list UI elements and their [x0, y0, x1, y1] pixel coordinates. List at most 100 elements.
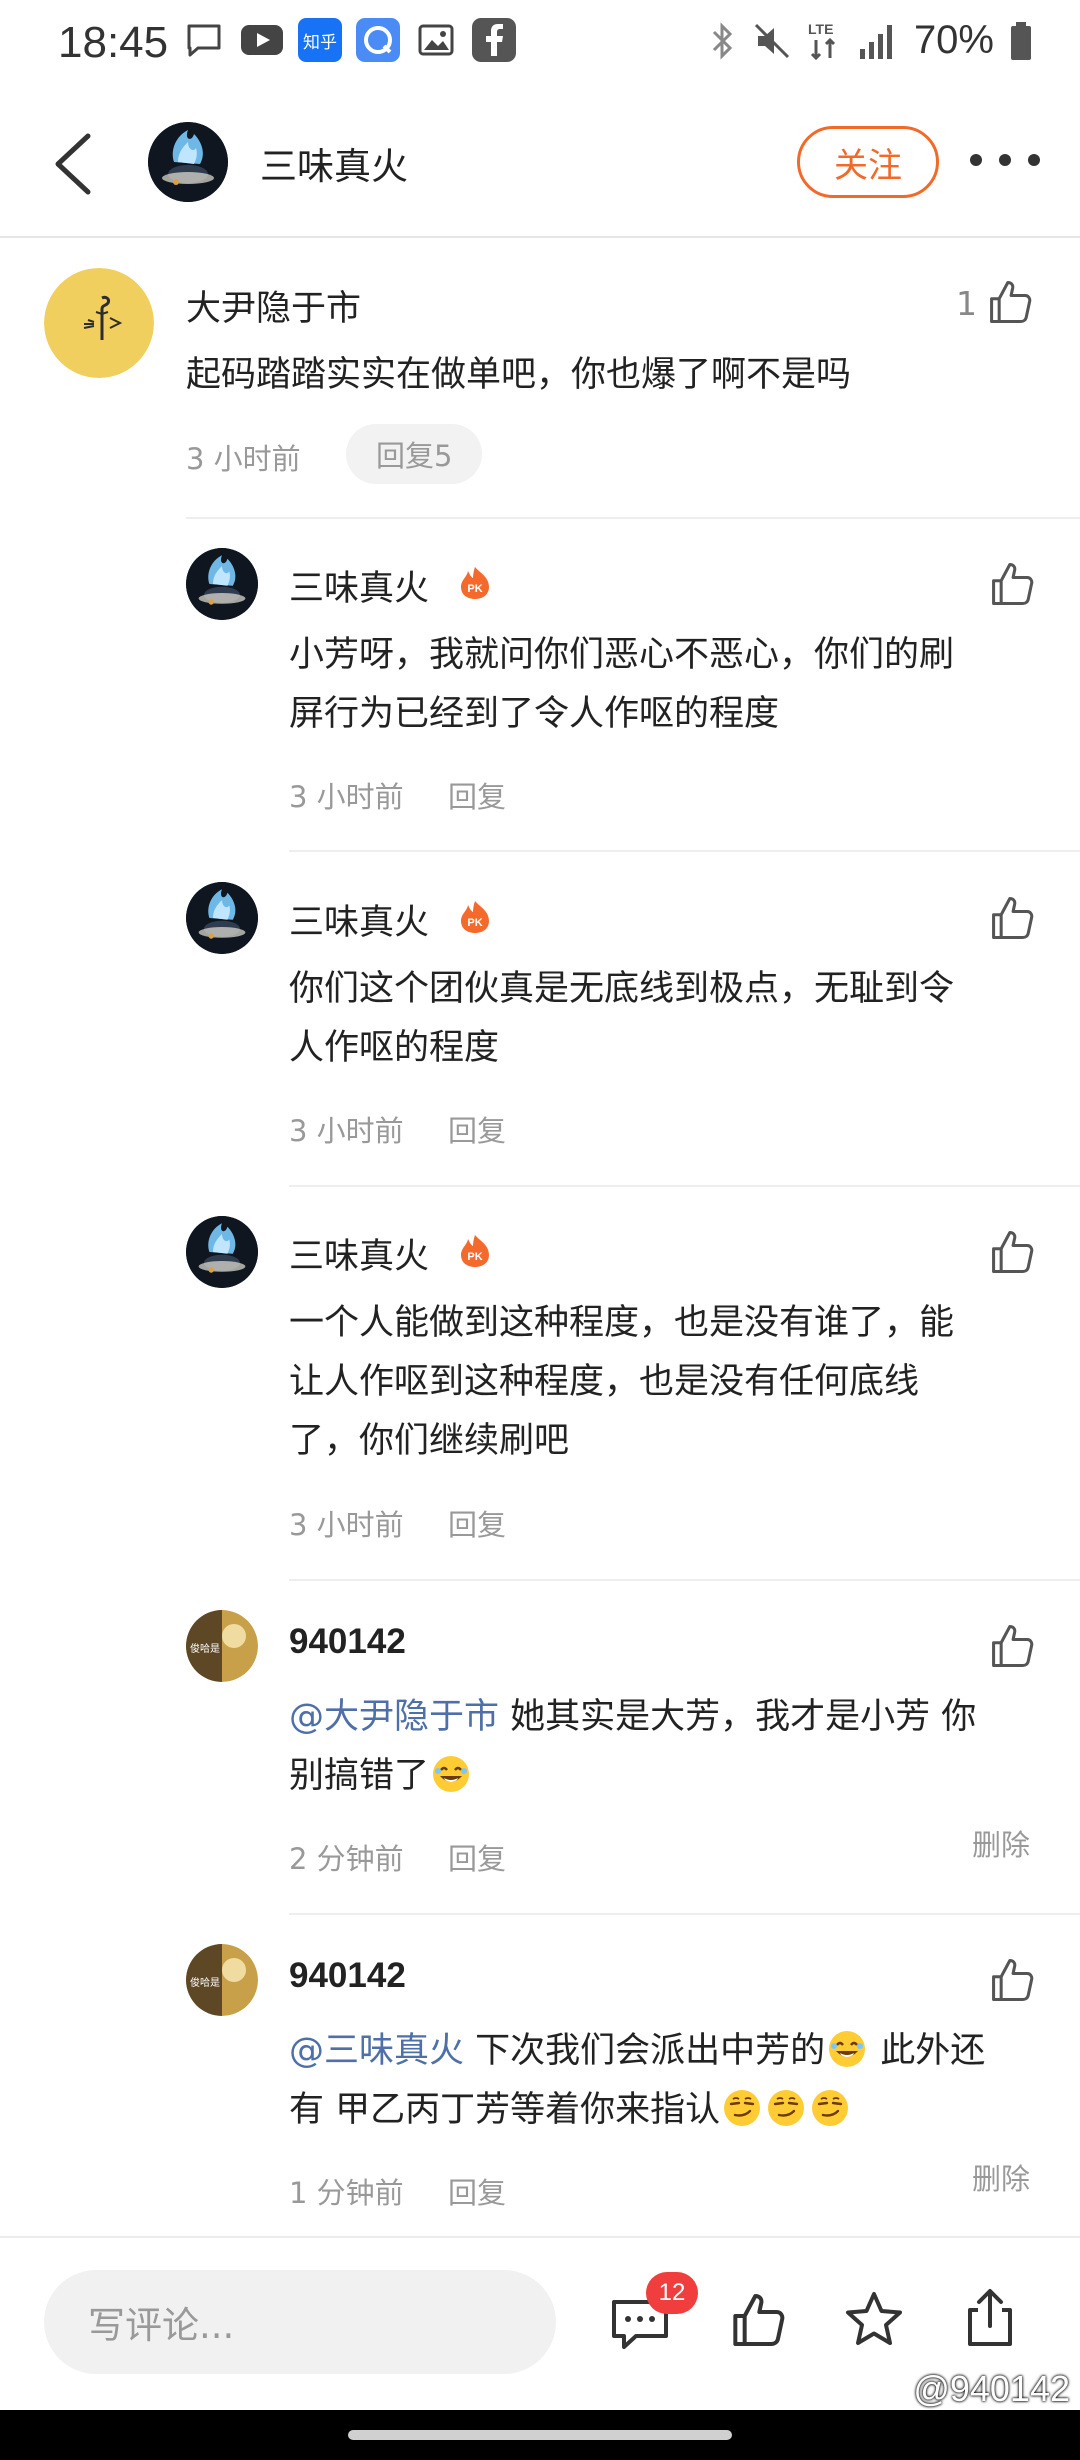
laugh-emoji-icon	[827, 2029, 867, 2069]
divider	[186, 517, 1080, 519]
pk-badge-icon	[458, 900, 492, 934]
more-dot-icon	[970, 154, 982, 166]
reply-text: 此外还	[869, 2031, 986, 2071]
page-title: 三味真火	[260, 145, 408, 188]
reply-text-line: 人作呕的程度	[289, 1028, 500, 1068]
reply-time: 3 小时前	[289, 780, 404, 814]
reply-time: 1 分钟前	[289, 2176, 404, 2210]
reply-avatar[interactable]: 俊哈是	[186, 1944, 258, 2016]
battery-icon	[1011, 21, 1031, 60]
divider	[289, 1185, 1080, 1187]
reply-avatar[interactable]	[186, 882, 258, 954]
reply-button[interactable]: 回复	[448, 1836, 506, 1878]
like-count: 1	[956, 284, 977, 323]
reply-text-line: 屏行为已经到了令人作呕的程度	[289, 694, 780, 734]
reply-author[interactable]: 940142	[289, 1622, 406, 1662]
status-bar: 18:45 知乎 LTE 70%	[0, 0, 1080, 90]
view-replies-button[interactable]: 回复5	[346, 424, 483, 484]
notification-icons: 知乎	[182, 18, 516, 62]
like-icon[interactable]	[986, 892, 1038, 944]
watermark: @940142	[913, 2368, 1070, 2409]
reply-button[interactable]: 回复	[448, 1502, 506, 1544]
reply-text-line: 了，你们继续刷吧	[289, 1421, 570, 1461]
system-icons: LTE 70%	[710, 18, 1032, 63]
comment-author[interactable]: 大尹隐于市	[186, 280, 361, 331]
youtube-icon	[240, 18, 284, 62]
reply-avatar[interactable]	[186, 1216, 258, 1288]
reply-avatar[interactable]: 俊哈是	[186, 1610, 258, 1682]
mention-link[interactable]: @大尹隐于市	[289, 1697, 499, 1737]
pk-badge-icon	[458, 566, 492, 600]
comment-input[interactable]: 写评论...	[44, 2270, 556, 2374]
favorite-star-icon[interactable]	[842, 2288, 906, 2352]
navigation-bar	[0, 2410, 1080, 2460]
reply-author[interactable]: 三味真火	[289, 560, 429, 611]
divider	[289, 1913, 1080, 1915]
smirk-emoji-icon	[810, 2088, 850, 2128]
lte-signal-icon: LTE	[808, 21, 835, 60]
delete-button[interactable]: 删除	[972, 2156, 1030, 2198]
pk-badge-icon	[458, 1234, 492, 1268]
message-icon	[182, 18, 226, 62]
like-icon[interactable]	[986, 1954, 1038, 2006]
svg-text:俊哈是: 俊哈是	[190, 1642, 220, 1655]
header-avatar[interactable]	[148, 122, 228, 202]
reply-button[interactable]: 回复	[448, 1108, 506, 1150]
reply-button[interactable]: 回复	[448, 774, 506, 816]
more-options-button[interactable]	[970, 140, 1040, 180]
divider	[289, 1579, 1080, 1581]
reply-text: 别搞错了	[289, 1756, 430, 1796]
reply-time: 3 小时前	[289, 1114, 404, 1148]
reply-author[interactable]: 940142	[289, 1956, 406, 1996]
reply-avatar[interactable]	[186, 548, 258, 620]
like-icon[interactable]	[986, 558, 1038, 610]
reply-button[interactable]: 回复	[448, 2170, 506, 2212]
reply-text-line: @三味真火 下次我们会派出中芳的 此外还	[289, 2022, 985, 2081]
like-icon[interactable]	[984, 276, 1036, 328]
back-button[interactable]	[40, 126, 110, 202]
reply-text-line: 有 甲乙丙丁芳等着你来指认	[289, 2081, 852, 2140]
smirk-emoji-icon	[722, 2088, 762, 2128]
reply-text-line: @大尹隐于市 她其实是大芳，我才是小芳 你	[289, 1688, 976, 1747]
battery-percentage: 70%	[913, 18, 994, 62]
delete-button[interactable]: 删除	[972, 1822, 1030, 1864]
reply-text-line: 别搞错了	[289, 1747, 473, 1806]
reply-author[interactable]: 三味真火	[289, 1228, 429, 1279]
comment-time: 3 小时前	[186, 442, 301, 476]
header-bar: 三味真火 关注	[0, 90, 1080, 238]
divider	[289, 850, 1080, 852]
reply-text-line: 让人作呕到这种程度，也是没有任何底线	[289, 1362, 920, 1402]
share-icon[interactable]	[958, 2286, 1022, 2350]
home-gesture-handle[interactable]	[348, 2430, 732, 2440]
comment-text: 起码踏踏实实在做单吧，你也爆了啊不是吗	[186, 355, 852, 395]
like-icon[interactable]	[986, 1226, 1038, 1278]
more-dot-icon	[999, 154, 1011, 166]
reply-text-line: 小芳呀，我就问你们恶心不恶心，你们的刷	[289, 635, 955, 675]
reply-text: 有 甲乙丙丁芳等着你来指认	[289, 2090, 721, 2130]
svg-text:俊哈是: 俊哈是	[190, 1976, 220, 1989]
reply-time: 2 分钟前	[289, 1842, 404, 1876]
mute-icon	[754, 23, 789, 58]
cell-signal-icon	[859, 24, 892, 59]
reply-text: 下次我们会派出中芳的	[464, 2031, 826, 2071]
browser-icon	[356, 18, 400, 62]
facebook-icon	[472, 18, 516, 62]
status-time: 18:45	[58, 18, 169, 67]
reply-text-line: 你们这个团伙真是无底线到极点，无耻到令	[289, 969, 955, 1009]
commenter-avatar[interactable]	[44, 268, 154, 378]
follow-button[interactable]: 关注	[797, 126, 939, 198]
svg-text:LTE: LTE	[808, 21, 833, 37]
smirk-emoji-icon	[766, 2088, 806, 2128]
like-icon[interactable]	[726, 2288, 790, 2352]
mention-link[interactable]: @三味真火	[289, 2031, 464, 2071]
comment-count-badge: 12	[646, 2272, 698, 2314]
laugh-emoji-icon	[431, 1754, 471, 1794]
zhihu-icon: 知乎	[298, 18, 342, 62]
reply-time: 3 小时前	[289, 1508, 404, 1542]
like-icon[interactable]	[986, 1620, 1038, 1672]
reply-text: 她其实是大芳，我才是小芳 你	[499, 1697, 977, 1737]
more-dot-icon	[1028, 154, 1040, 166]
bluetooth-icon	[712, 21, 733, 60]
reply-author[interactable]: 三味真火	[289, 894, 429, 945]
gallery-icon	[414, 18, 458, 62]
